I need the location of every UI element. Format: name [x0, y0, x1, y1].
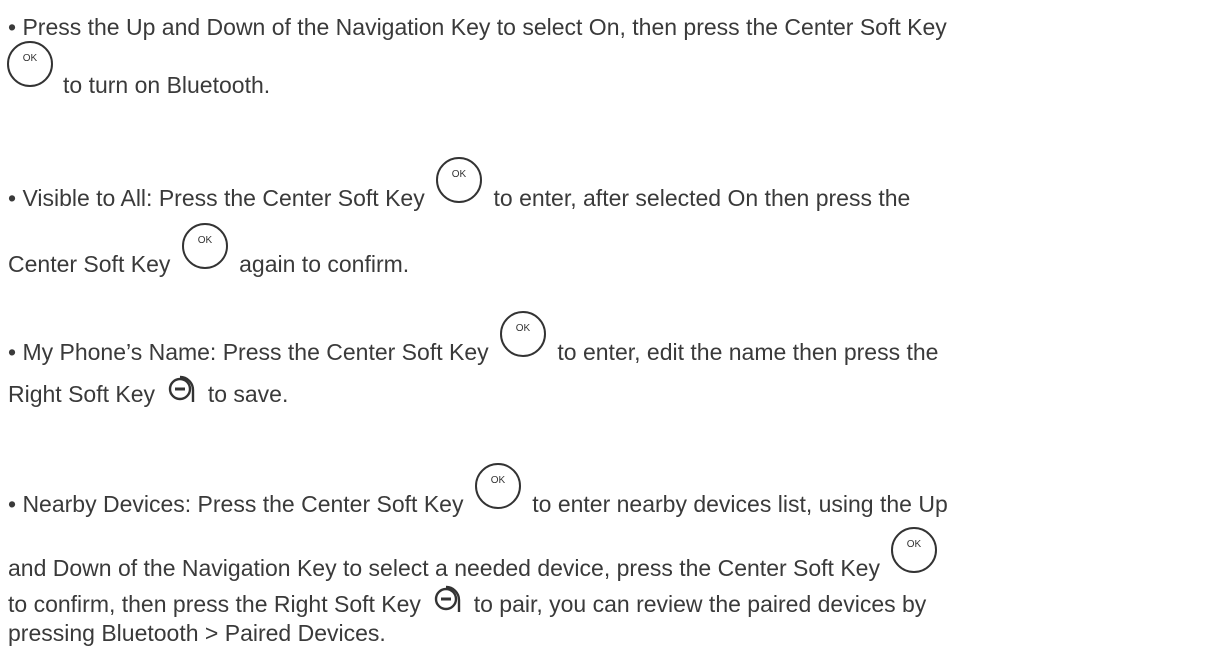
ok-key-icon: OK [890, 526, 938, 574]
svg-text:OK: OK [491, 475, 506, 486]
bullet-text: to pair, you can review the paired devic… [473, 591, 927, 617]
ok-key-icon: OK [6, 40, 54, 88]
right-soft-key-icon [431, 584, 461, 614]
bullet-text: • Press the Up and Down of the Navigatio… [8, 14, 947, 40]
right-soft-key-icon [165, 374, 195, 404]
bullet-text: Right Soft Key [8, 381, 156, 407]
ok-key-icon: OK [474, 462, 522, 510]
svg-text:OK: OK [198, 235, 213, 246]
bullet-text: • Nearby Devices: Press the Center Soft … [8, 491, 464, 517]
bullet-text: to enter, after selected On then press t… [493, 185, 911, 211]
bullet-text: to turn on Bluetooth. [63, 72, 271, 98]
svg-text:OK: OK [23, 53, 38, 64]
bullet-text: to enter, edit the name then press the [557, 339, 939, 365]
svg-text:OK: OK [452, 169, 467, 180]
bullet-text: • My Phone’s Name: Press the Center Soft… [8, 339, 489, 365]
ok-key-icon: OK [181, 222, 229, 270]
instruction-document: • Press the Up and Down of the Navigatio… [0, 0, 1219, 658]
svg-text:OK: OK [516, 323, 531, 334]
bullet-text: pressing Bluetooth > Paired Devices. [8, 620, 386, 646]
bullet-text: and Down of the Navigation Key to select… [8, 555, 880, 581]
bullet-text: Center Soft Key [8, 251, 171, 277]
bullet-text: to enter nearby devices list, using the … [532, 491, 948, 517]
bullet-text: to save. [207, 381, 289, 407]
ok-key-icon: OK [435, 156, 483, 204]
svg-text:OK: OK [907, 539, 922, 550]
bullet-text: to confirm, then press the Right Soft Ke… [8, 591, 421, 617]
ok-key-icon: OK [499, 310, 547, 358]
bullet-text: again to confirm. [239, 251, 410, 277]
bullet-text: • Visible to All: Press the Center Soft … [8, 185, 425, 211]
